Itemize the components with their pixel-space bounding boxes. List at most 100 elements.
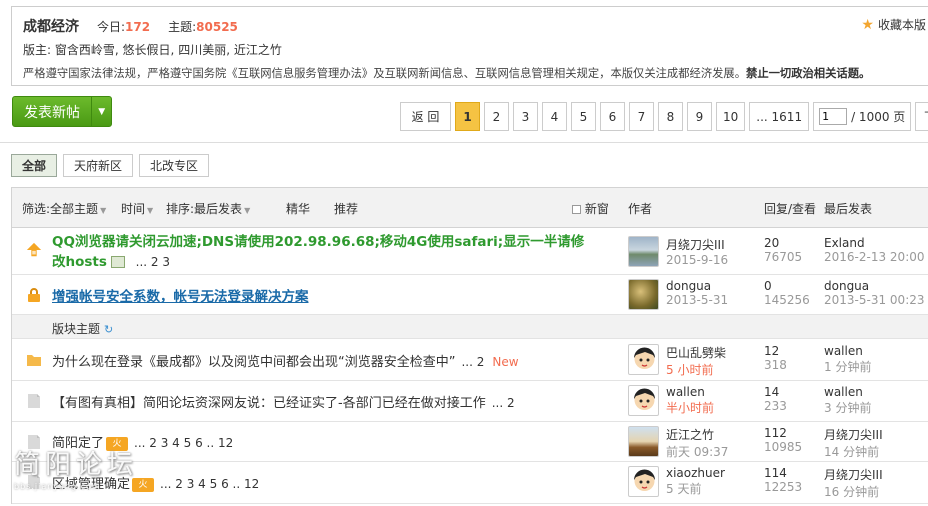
view-count: 10985 [764, 440, 803, 454]
moderator-link[interactable]: 悠长假日 [123, 43, 171, 57]
thread-pages[interactable]: ... 2 3 4 5 6 .. 12 [160, 477, 259, 491]
avatar[interactable] [628, 236, 659, 267]
favorite-forum-button[interactable]: ★ 收藏本版 [861, 16, 926, 33]
avatar[interactable] [628, 426, 659, 457]
moderator-link[interactable]: 近江之竹 [234, 43, 282, 57]
author-name[interactable]: 月绕刀尖III [666, 236, 728, 253]
thread-counts: 114 12253 [764, 466, 802, 494]
page-jump: / 1000 页 [813, 102, 912, 131]
thread-title[interactable]: 【有图有真相】简阳论坛资深网友说：已经证实了-各部门已经在做对接工作 ... 2 [52, 392, 515, 411]
reply-count: 112 [764, 426, 787, 440]
author-name[interactable]: 近江之竹 [666, 426, 728, 443]
page-link[interactable]: 10 [716, 102, 746, 131]
page-link-current[interactable]: 1 [455, 102, 480, 131]
folder-new-icon [27, 355, 41, 366]
rules-bold-text: 禁止一切政治相关话题。 [746, 67, 871, 80]
thread-list: 筛选:全部主题 ▼ 时间 ▼ 排序:最后发表 ▼ 精华 推荐 新窗 作者 回复/查看 … [11, 187, 928, 504]
avatar[interactable] [628, 466, 659, 497]
view-count: 76705 [764, 250, 803, 264]
thread-pages[interactable]: ... 2 3 [136, 255, 170, 269]
star-icon: ★ [861, 16, 874, 33]
tab-tianfu[interactable]: 天府新区 [63, 154, 134, 177]
last-post-time[interactable]: 14 分钟前 [824, 443, 883, 460]
page-jump-input[interactable] [819, 108, 848, 125]
recommend-filter[interactable]: 推荐 [334, 200, 358, 217]
author-name[interactable]: xiaozhuer [666, 466, 725, 480]
chevron-down-icon[interactable]: ▼ [91, 97, 111, 126]
page-link[interactable]: 6 [600, 102, 625, 131]
pinned-up-icon [26, 242, 42, 257]
sort-dropdown[interactable]: 排序:最后发表 ▼ [166, 200, 250, 217]
author-date: 2015-9-16 [666, 253, 729, 267]
last-post-header: 最后发表 [824, 202, 873, 216]
refresh-icon[interactable]: ↻ [104, 323, 113, 336]
page-link[interactable]: 9 [687, 102, 712, 131]
thread-author: wallen 半小时前 [666, 385, 714, 416]
time-dropdown[interactable]: 时间 ▼ [121, 200, 153, 217]
thread-author: 近江之竹 前天 09:37 [666, 426, 728, 460]
last-post-user[interactable]: 月绕刀尖III [824, 466, 883, 483]
last-post-time[interactable]: 16 分钟前 [824, 483, 883, 500]
lock-icon [28, 288, 40, 302]
page-link[interactable]: 3 [513, 102, 538, 131]
thread-pages[interactable]: ... 2 [492, 396, 515, 410]
last-post-time[interactable]: 2013-5-31 00:23 [824, 293, 925, 307]
moderator-link[interactable]: 窗含西岭雪 [55, 43, 115, 57]
page-link[interactable]: 8 [658, 102, 683, 131]
table-row: QQ浏览器请关闭云加速;DNS请使用202.98.96.68;移动4G使用saf… [12, 228, 928, 275]
filter-label: 筛选: [22, 202, 51, 216]
thread-title[interactable]: 区域管理确定火 ... 2 3 4 5 6 .. 12 [52, 473, 259, 492]
forum-name[interactable]: 成都经济 [23, 16, 79, 36]
last-post-user[interactable]: wallen [824, 385, 871, 399]
thread-pages[interactable]: ... 2 [461, 355, 484, 369]
thread-author: xiaozhuer 5 天前 [666, 466, 725, 497]
thread-pages[interactable]: ... 2 3 4 5 6 .. 12 [134, 436, 233, 450]
last-post-time[interactable]: 2016-2-13 20:00 [824, 250, 925, 264]
last-post-user[interactable]: dongua [824, 279, 925, 293]
today-label: 今日: [97, 20, 126, 34]
moderator-link[interactable]: 四川美丽 [178, 43, 226, 57]
tab-all[interactable]: 全部 [11, 154, 58, 177]
hot-badge: 火 [106, 436, 129, 451]
avatar[interactable] [628, 279, 659, 310]
digest-filter[interactable]: 精华 [286, 200, 310, 217]
checkbox[interactable] [572, 205, 581, 214]
avatar[interactable] [628, 344, 659, 375]
back-button[interactable]: 返 回 [400, 102, 451, 131]
forum-header: 成都经济 今日: 172 主题: 80525 ★ 收藏本版 版主: 窗含西岭雪,… [11, 6, 928, 86]
default-avatar-icon [634, 388, 655, 410]
new-post-button[interactable]: 发表新帖 ▼ [12, 96, 112, 127]
section-header: 版块主题 ↻ [12, 315, 928, 339]
filter-dropdown[interactable]: 筛选:全部主题 ▼ [22, 200, 106, 217]
thread-title[interactable]: QQ浏览器请关闭云加速;DNS请使用202.98.96.68;移动4G使用saf… [52, 232, 584, 272]
last-post: dongua 2013-5-31 00:23 [824, 279, 925, 307]
thread-title[interactable]: 为什么现在登录《最成都》以及阅览中间都会出现“浏览器安全检查中” ... 2 New [52, 351, 519, 370]
last-post-time[interactable]: 1 分钟前 [824, 358, 871, 375]
new-window-toggle[interactable]: 新窗 [572, 200, 609, 217]
next-page-button[interactable]: 下 [915, 102, 928, 131]
author-name[interactable]: dongua [666, 279, 728, 293]
tab-beigai[interactable]: 北改专区 [139, 154, 210, 177]
last-post-time[interactable]: 3 分钟前 [824, 399, 871, 416]
last-post-user[interactable]: Exland [824, 236, 925, 250]
default-avatar-icon [634, 347, 655, 369]
thread-title[interactable]: 简阳定了火 ... 2 3 4 5 6 .. 12 [52, 432, 233, 451]
thread-counts: 112 10985 [764, 426, 802, 454]
section-label: 版块主题 ↻ [52, 320, 113, 337]
thread-author: dongua 2013-5-31 [666, 279, 728, 307]
sort-value: 最后发表 [194, 202, 243, 216]
page-link[interactable]: 5 [571, 102, 596, 131]
last-page-link[interactable]: ... 1611 [749, 102, 810, 131]
avatar[interactable] [628, 385, 659, 416]
topics-count: 80525 [196, 20, 238, 34]
last-post-user[interactable]: wallen [824, 344, 871, 358]
page-link[interactable]: 4 [542, 102, 567, 131]
page-link[interactable]: 7 [629, 102, 654, 131]
topics-label: 主题: [168, 20, 197, 34]
page-link[interactable]: 2 [484, 102, 509, 131]
author-name[interactable]: wallen [666, 385, 714, 399]
last-post-user[interactable]: 月绕刀尖III [824, 426, 883, 443]
reply-count: 12 [764, 344, 780, 358]
thread-title[interactable]: 增强帐号安全系数，帐号无法登录解决方案 [52, 285, 309, 305]
author-name[interactable]: 巴山乱劈柴 [666, 344, 726, 361]
